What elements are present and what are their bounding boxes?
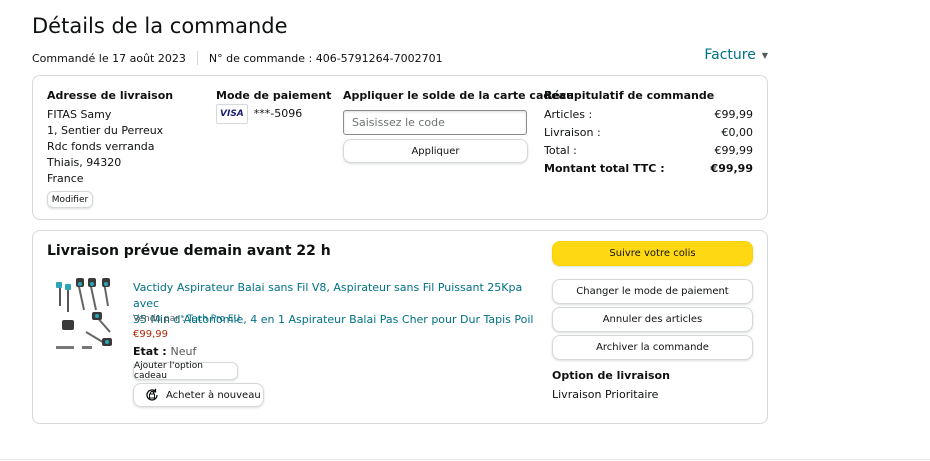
buy-again-label: Acheter à nouveau bbox=[166, 389, 261, 401]
modify-address-button[interactable]: Modifier bbox=[47, 191, 93, 208]
summary-heading: Récapitulatif de commande bbox=[544, 89, 715, 102]
chevron-down-icon: ▼ bbox=[761, 50, 768, 60]
condition-value: Neuf bbox=[170, 345, 197, 358]
shipping-line1: 1, Sentier du Perreux bbox=[47, 124, 164, 137]
buy-again-button[interactable]: Acheter à nouveau bbox=[133, 383, 264, 407]
vacuum-product-image bbox=[56, 278, 112, 349]
payment-heading: Mode de paiement bbox=[216, 89, 332, 102]
summary-value: €99,99 bbox=[714, 108, 754, 121]
product-image[interactable] bbox=[52, 276, 118, 352]
change-payment-button[interactable]: Changer le mode de paiement bbox=[552, 279, 753, 304]
payment-method: VISA ***-5096 bbox=[216, 104, 302, 124]
grand-total-value: €99,99 bbox=[710, 162, 753, 175]
summary-total-row: Montant total TTC : €99,99 bbox=[544, 160, 753, 178]
shipping-address: FITAS Samy 1, Sentier du Perreux Rdc fon… bbox=[47, 107, 163, 187]
visa-card-icon: VISA bbox=[216, 104, 248, 124]
invoice-label: Facture bbox=[704, 47, 756, 63]
summary-label: Livraison : bbox=[544, 126, 601, 139]
summary-value: €0,00 bbox=[721, 126, 754, 139]
sold-by: Vendu par : Tech Pro EU bbox=[133, 314, 240, 324]
summary-row: Total : €99,99 bbox=[544, 142, 753, 160]
shipping-country: France bbox=[47, 172, 84, 185]
order-date: Commandé le 17 août 2023 bbox=[32, 51, 186, 65]
cancel-items-button[interactable]: Annuler des articles bbox=[552, 307, 753, 332]
summary-label: Total : bbox=[544, 144, 577, 157]
invoice-dropdown[interactable]: Facture ▼ bbox=[704, 47, 768, 63]
page-title: Détails de la commande bbox=[32, 14, 288, 38]
buy-again-icon bbox=[146, 388, 158, 401]
order-number: N° de commande : 406-5791264-7002701 bbox=[208, 51, 443, 65]
page-divider bbox=[0, 459, 930, 460]
gift-card-heading: Appliquer le solde de la carte cadeau bbox=[343, 89, 574, 102]
item-condition: Etat : Neuf bbox=[133, 345, 196, 358]
shipping-option-value: Livraison Prioritaire bbox=[552, 388, 659, 401]
condition-label: Etat : bbox=[133, 345, 171, 358]
add-gift-option-button[interactable]: Ajouter l'option cadeau bbox=[133, 361, 238, 381]
shipping-name: FITAS Samy bbox=[47, 108, 112, 121]
shipping-option-heading: Option de livraison bbox=[552, 369, 670, 382]
track-package-button[interactable]: Suivre votre colis bbox=[552, 241, 753, 266]
grand-total-label: Montant total TTC : bbox=[544, 162, 665, 175]
item-price: €99,99 bbox=[133, 329, 168, 340]
apply-gift-card-button[interactable]: Appliquer bbox=[343, 139, 528, 163]
sold-by-label: Vendu par : bbox=[133, 314, 188, 324]
card-number: ***-5096 bbox=[253, 107, 303, 120]
divider bbox=[196, 51, 198, 65]
summary-table: Articles : €99,99 Livraison : €0,00 Tota… bbox=[544, 106, 753, 178]
delivery-heading: Livraison prévue demain avant 22 h bbox=[47, 243, 331, 259]
shipping-heading: Adresse de livraison bbox=[47, 89, 174, 102]
seller-link[interactable]: Tech Pro EU bbox=[188, 314, 240, 324]
summary-label: Articles : bbox=[544, 108, 593, 121]
shipping-line2: Rdc fonds verranda bbox=[47, 140, 155, 153]
summary-row: Livraison : €0,00 bbox=[544, 124, 753, 142]
archive-order-button[interactable]: Archiver la commande bbox=[552, 335, 753, 360]
summary-value: €99,99 bbox=[714, 144, 754, 157]
product-title-line: Vactidy Aspirateur Balai sans Fil V8, As… bbox=[133, 281, 523, 310]
order-meta: Commandé le 17 août 2023 N° de commande … bbox=[32, 51, 443, 65]
shipping-line3: Thiais, 94320 bbox=[47, 156, 122, 169]
summary-row: Articles : €99,99 bbox=[544, 106, 753, 124]
gift-card-code-input[interactable]: Saisissez le code bbox=[343, 110, 527, 135]
